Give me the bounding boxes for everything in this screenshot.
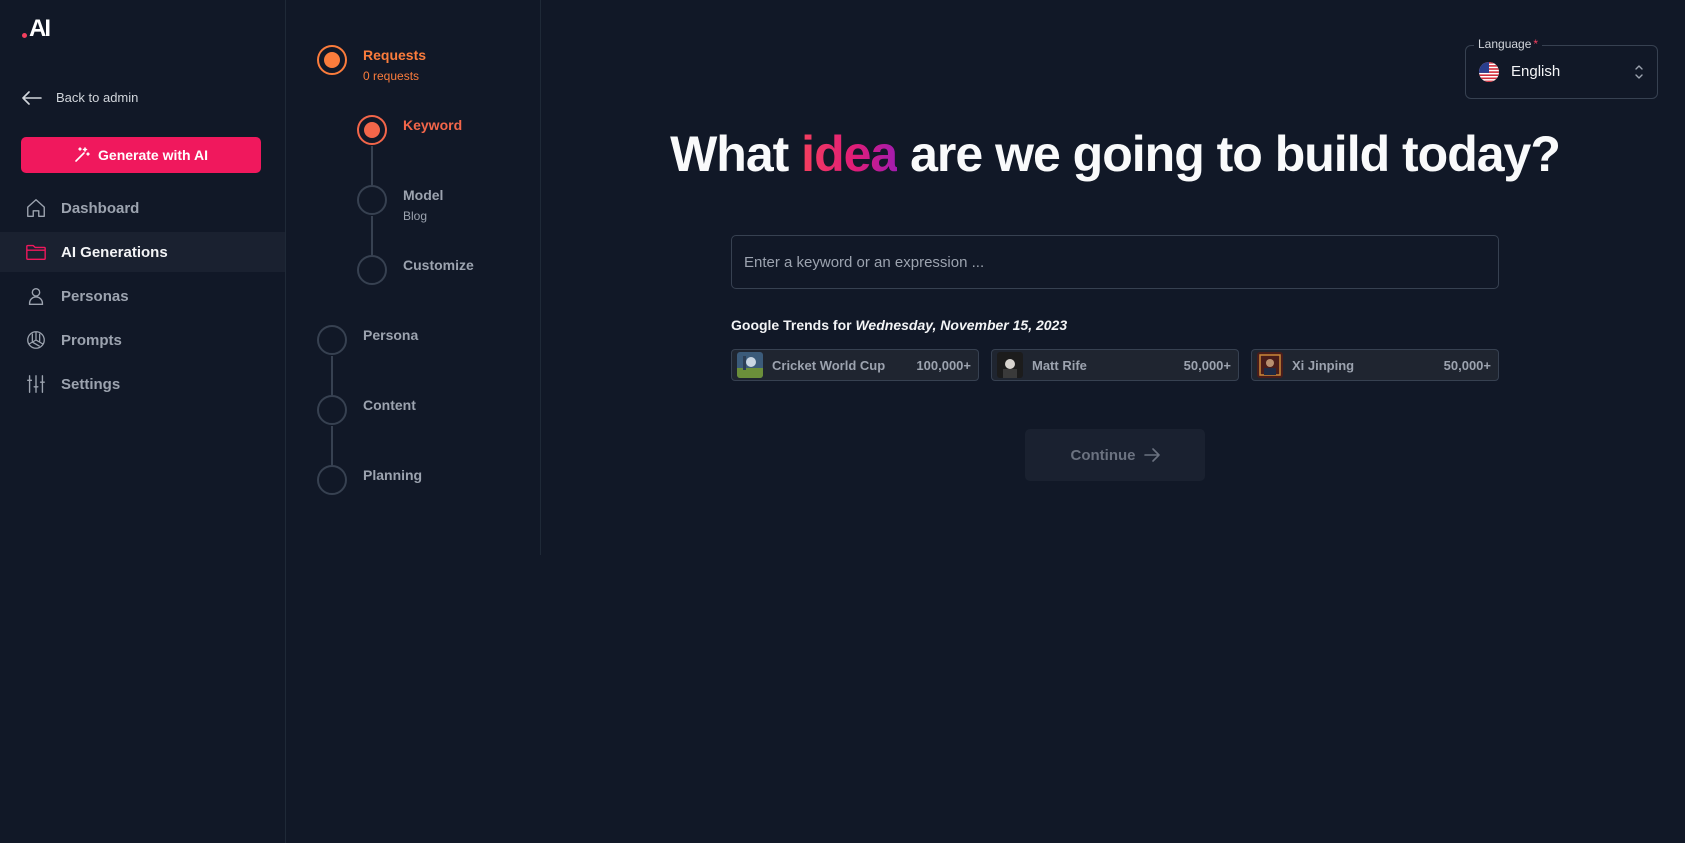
step-circle-planning[interactable] bbox=[317, 465, 347, 495]
language-select[interactable]: English bbox=[1465, 45, 1658, 99]
folder-icon bbox=[26, 244, 46, 261]
step-label-content[interactable]: Content bbox=[363, 397, 416, 413]
back-to-admin-label: Back to admin bbox=[56, 90, 139, 105]
page-headline: What idea are we going to build today? bbox=[560, 125, 1670, 183]
step-sub-requests: 0 requests bbox=[363, 69, 420, 83]
continue-label: Continue bbox=[1070, 446, 1136, 464]
language-label-text: Language bbox=[1478, 37, 1532, 51]
language-label: Language * bbox=[1474, 37, 1543, 51]
step-label-keyword[interactable]: Keyword bbox=[403, 117, 462, 133]
trend-name: Xi Jinping bbox=[1292, 357, 1355, 373]
trend-count: 50,000+ bbox=[1183, 357, 1231, 373]
trend-count: 100,000+ bbox=[916, 357, 971, 373]
step-label-model[interactable]: Model bbox=[403, 187, 443, 203]
trend-thumbnail bbox=[997, 352, 1023, 378]
step-circle-keyword[interactable] bbox=[357, 115, 387, 145]
step-sub-model: Blog bbox=[403, 209, 428, 223]
step-circle-requests[interactable] bbox=[317, 45, 347, 75]
sidebar-item-prompts[interactable]: Prompts bbox=[0, 320, 285, 360]
app-logo[interactable]: AI bbox=[22, 15, 51, 42]
sliders-icon bbox=[27, 375, 45, 393]
user-icon bbox=[28, 287, 44, 305]
trend-name: Cricket World Cup bbox=[772, 357, 886, 373]
logo-mark: AI bbox=[29, 15, 51, 42]
headline-after: are we going to build today? bbox=[897, 126, 1561, 182]
headline-before: What bbox=[670, 126, 802, 182]
generate-with-ai-button[interactable]: Generate with AI bbox=[21, 137, 261, 173]
trend-count: 50,000+ bbox=[1443, 357, 1491, 373]
step-circle-persona[interactable] bbox=[317, 325, 347, 355]
step-label-persona[interactable]: Persona bbox=[363, 327, 418, 343]
keyword-input[interactable] bbox=[731, 235, 1499, 289]
trend-chip-cricket-world-cup[interactable]: Cricket World Cup 100,000+ bbox=[731, 349, 979, 381]
step-label-requests[interactable]: Requests bbox=[363, 47, 426, 63]
trend-thumbnail bbox=[737, 352, 763, 378]
sidebar-item-label: Prompts bbox=[61, 331, 122, 349]
sidebar-item-ai-generations[interactable]: AI Generations bbox=[0, 232, 285, 272]
sidebar-item-label: AI Generations bbox=[61, 243, 168, 261]
google-trends-title: Google Trends for Wednesday, November 15… bbox=[731, 317, 1067, 333]
back-to-admin-link[interactable]: Back to admin bbox=[22, 90, 138, 105]
progress-stepper: Requests 0 requests Keyword Model Blog C… bbox=[287, 0, 541, 555]
sidebar-nav: Dashboard AI Generations Personas Prompt… bbox=[0, 188, 285, 408]
continue-button[interactable]: Continue bbox=[1025, 429, 1205, 481]
step-label-customize[interactable]: Customize bbox=[403, 257, 474, 273]
home-icon bbox=[27, 199, 45, 217]
language-value: English bbox=[1511, 63, 1561, 80]
step-label-planning[interactable]: Planning bbox=[363, 467, 422, 483]
trends-title-text: Google Trends for bbox=[731, 317, 856, 333]
sidebar-item-label: Settings bbox=[61, 375, 121, 393]
step-circle-model[interactable] bbox=[357, 185, 387, 215]
required-mark: * bbox=[1533, 37, 1539, 51]
trend-name: Matt Rife bbox=[1032, 357, 1087, 373]
logo-dot bbox=[22, 33, 27, 38]
trends-date: Wednesday, November 15, 2023 bbox=[855, 317, 1068, 333]
sidebar-item-personas[interactable]: Personas bbox=[0, 276, 285, 316]
sidebar-item-label: Dashboard bbox=[61, 199, 140, 217]
magic-wand-icon bbox=[75, 147, 90, 162]
trend-chip-matt-rife[interactable]: Matt Rife 50,000+ bbox=[991, 349, 1239, 381]
sidebar: AI Back to admin Generate with AI Dashbo… bbox=[0, 0, 286, 843]
us-flag-icon bbox=[1479, 62, 1499, 82]
trend-thumbnail bbox=[1257, 352, 1283, 378]
sidebar-item-dashboard[interactable]: Dashboard bbox=[0, 188, 285, 228]
trend-chip-xi-jinping[interactable]: Xi Jinping 50,000+ bbox=[1251, 349, 1499, 381]
sidebar-item-settings[interactable]: Settings bbox=[0, 364, 285, 404]
chevron-up-down-icon bbox=[1635, 65, 1643, 79]
step-circle-customize[interactable] bbox=[357, 255, 387, 285]
sidebar-item-label: Personas bbox=[61, 287, 129, 305]
generate-with-ai-label: Generate with AI bbox=[98, 147, 208, 163]
arrow-right-icon bbox=[1143, 448, 1160, 462]
step-circle-content[interactable] bbox=[317, 395, 347, 425]
arrow-left-icon bbox=[22, 90, 42, 105]
headline-accent: idea bbox=[801, 126, 898, 182]
openai-icon bbox=[27, 331, 45, 349]
